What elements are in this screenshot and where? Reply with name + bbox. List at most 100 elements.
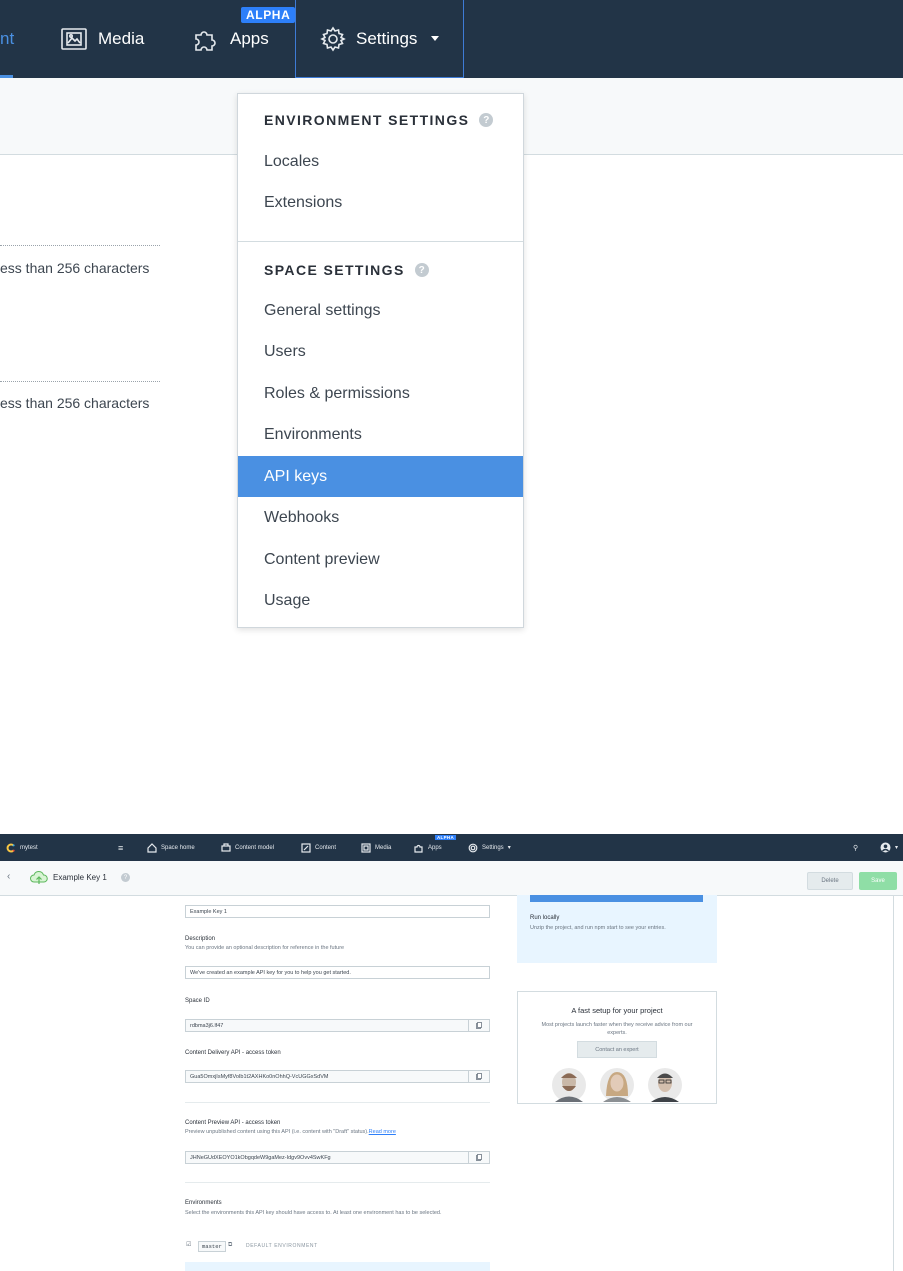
environment-tag: master (198, 1241, 226, 1252)
menu-item-roles-permissions[interactable]: Roles & permissions (238, 373, 523, 414)
section-environment-settings: ENVIRONMENT SETTINGS ? (264, 112, 494, 128)
nav-item-label: nt (0, 29, 15, 48)
divider (238, 241, 523, 242)
setup-text: Most projects launch faster when they re… (541, 1022, 693, 1036)
back-chevron-icon[interactable]: ‹ (7, 871, 10, 882)
nav-item-content-partial[interactable]: nt (0, 0, 16, 78)
field-hint: ess than 256 characters (0, 260, 150, 276)
menu-item-users[interactable]: Users (238, 331, 523, 372)
caret-down-icon (431, 36, 440, 41)
read-more-link[interactable]: Read more (369, 1129, 396, 1135)
api-key-cloud-icon (30, 871, 48, 884)
space-switcher[interactable]: mytest (6, 834, 38, 861)
menu-item-general-settings[interactable]: General settings (238, 290, 523, 331)
puzzle-icon (414, 844, 423, 853)
nav-item-label: Space home (161, 844, 195, 851)
space-id-field: rdbma3j6.lf47 (185, 1019, 490, 1032)
account-menu[interactable]: ▾ (880, 834, 898, 861)
cda-token-field: Gua5OmxjIsMyf8VoIb1t2AXHKo0nOhhQ-VcUGGxS… (185, 1070, 490, 1083)
description-label: Description (185, 936, 216, 942)
cda-token-label: Content Delivery API - access token (185, 1050, 281, 1056)
media-icon (61, 28, 87, 50)
space-name: mytest (20, 844, 38, 851)
caret-down-icon: ▾ (895, 845, 899, 851)
nav-item-label: Settings (482, 844, 504, 851)
nav-item-media[interactable]: Media (60, 0, 144, 78)
settings-dropdown: ENVIRONMENT SETTINGS ? Locales Extension… (237, 93, 524, 628)
nav-item-label: Content (315, 844, 337, 851)
hamburger-menu-icon[interactable]: ≡ (118, 834, 123, 861)
cpa-token-help: Preview unpublished content using this A… (185, 1129, 396, 1135)
copy-icon[interactable] (468, 1020, 489, 1031)
help-icon[interactable]: ? (479, 113, 494, 127)
menu-item-content-preview[interactable]: Content preview (238, 539, 523, 580)
nav-item-label: Apps (230, 29, 269, 48)
copy-icon[interactable]: ⧉ (228, 1242, 232, 1249)
default-environment-label: DEFAULT ENVIRONMENT (246, 1243, 318, 1249)
menu-item-api-keys[interactable]: API keys (238, 456, 523, 497)
section-title: SPACE SETTINGS (264, 262, 405, 278)
alpha-badge: ALPHA (241, 7, 296, 23)
copy-icon[interactable] (468, 1071, 489, 1082)
nav-item-content-model[interactable]: Content model (221, 834, 274, 861)
nav-item-label: Apps (428, 844, 442, 851)
menu-item-environments[interactable]: Environments (238, 414, 523, 455)
help-icon[interactable]: ? (414, 263, 429, 277)
environments-label: Environments (185, 1200, 222, 1206)
home-icon (147, 842, 157, 853)
alpha-badge: ALPHA (435, 835, 456, 840)
environment-checkbox[interactable]: ☑ (186, 1242, 193, 1249)
page-title: Example Key 1 (53, 873, 107, 882)
cpa-token-field: JHNeGUdXEOYO1kObgqdeW9gaMez-Idgv9Ovv4SwK… (185, 1151, 490, 1164)
field-hint: ess than 256 characters (0, 395, 150, 411)
description-input[interactable]: We've created an example API key for you… (185, 966, 490, 979)
menu-item-usage[interactable]: Usage (238, 580, 523, 621)
name-input[interactable]: Example Key 1 (185, 905, 490, 918)
nav-item-label: Content model (235, 844, 275, 851)
save-button[interactable]: Save (859, 872, 897, 890)
info-box (185, 1262, 490, 1271)
setup-title: A fast setup for your project (571, 1006, 663, 1015)
run-locally-text: Unzip the project, and run npm start to … (530, 925, 666, 931)
puzzle-icon (195, 31, 216, 51)
space-id-label: Space ID (185, 998, 210, 1004)
right-edge-border (893, 895, 894, 1271)
field-underline (0, 245, 160, 246)
menu-item-extensions[interactable]: Extensions (238, 182, 523, 223)
search-icon[interactable]: ⚲ (853, 834, 858, 861)
content-model-icon (221, 842, 231, 852)
environments-help: Select the environments this API key sho… (185, 1210, 442, 1216)
download-button[interactable] (530, 895, 703, 902)
cpa-help-text: Preview unpublished content using this A… (185, 1129, 369, 1135)
description-help: You can provide an optional description … (185, 945, 345, 951)
nav-item-label: Media (98, 29, 145, 48)
nav-item-settings[interactable]: Settings ▾ (468, 834, 511, 861)
menu-item-locales[interactable]: Locales (238, 141, 523, 182)
caret-down-icon: ▾ (507, 845, 511, 851)
divider (185, 1182, 490, 1183)
delete-button[interactable]: Delete (807, 872, 853, 890)
run-locally-title: Run locally (530, 915, 560, 921)
cda-token-value: Gua5OmxjIsMyf8VoIb1t2AXHKo0nOhhQ-VcUGGxS… (190, 1073, 329, 1080)
media-icon (361, 842, 371, 853)
nav-item-content[interactable]: Content (301, 834, 336, 861)
experts-photo (552, 1068, 682, 1102)
nav-item-space-home[interactable]: Space home (147, 834, 195, 861)
contact-expert-button[interactable]: Contact an expert (577, 1041, 657, 1058)
nav-item-label: Media (375, 844, 392, 851)
gear-icon (320, 26, 346, 51)
gear-icon (468, 843, 478, 852)
section-space-settings: SPACE SETTINGS ? (264, 262, 429, 278)
contentful-logo-icon (6, 843, 15, 852)
content-icon (301, 842, 311, 853)
nav-item-label: Settings (356, 28, 418, 48)
zoomed-top-nav: nt Media Apps ALPHA Settings (0, 0, 903, 78)
copy-icon[interactable] (468, 1152, 489, 1163)
avatar-icon (880, 842, 891, 853)
divider (185, 1102, 490, 1103)
help-icon[interactable]: ? (121, 873, 130, 882)
nav-item-media[interactable]: Media (361, 834, 391, 861)
menu-item-webhooks[interactable]: Webhooks (238, 497, 523, 538)
field-underline (0, 381, 160, 382)
nav-item-settings[interactable]: Settings (295, 0, 464, 78)
